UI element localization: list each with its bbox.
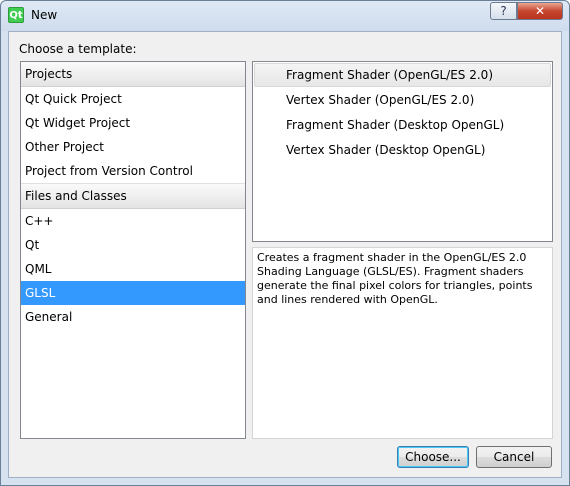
choose-button[interactable]: Choose... <box>397 446 469 468</box>
template-item-fragment-shader-es[interactable]: Fragment Shader (OpenGL/ES 2.0) <box>254 63 551 87</box>
category-item-cpp[interactable]: C++ <box>21 209 245 233</box>
category-item-qml[interactable]: QML <box>21 257 245 281</box>
qt-app-icon: Qt <box>8 7 24 23</box>
dialog-body: Choose a template: Projects Qt Quick Pro… <box>8 31 562 478</box>
template-description: Creates a fragment shader in the OpenGL/… <box>252 247 553 439</box>
choose-template-label: Choose a template: <box>19 42 137 56</box>
close-button[interactable]: ✕ <box>517 2 563 20</box>
template-item-vertex-shader-es[interactable]: Vertex Shader (OpenGL/ES 2.0) <box>254 88 551 112</box>
window-title: New <box>31 8 58 22</box>
category-item-qt-widget-project[interactable]: Qt Widget Project <box>21 111 245 135</box>
group-header-projects: Projects <box>21 62 245 87</box>
category-list: Projects Qt Quick Project Qt Widget Proj… <box>20 61 246 439</box>
category-item-general[interactable]: General <box>21 305 245 329</box>
category-item-other-project[interactable]: Other Project <box>21 135 245 159</box>
category-item-qt-quick-project[interactable]: Qt Quick Project <box>21 87 245 111</box>
category-item-glsl[interactable]: GLSL <box>21 281 245 305</box>
group-header-files-and-classes: Files and Classes <box>21 183 245 209</box>
category-item-project-from-vcs[interactable]: Project from Version Control <box>21 159 245 183</box>
template-item-vertex-shader-desktop[interactable]: Vertex Shader (Desktop OpenGL) <box>254 138 551 162</box>
cancel-button[interactable]: Cancel <box>476 446 552 468</box>
template-list: Fragment Shader (OpenGL/ES 2.0) Vertex S… <box>252 61 553 242</box>
category-item-qt[interactable]: Qt <box>21 233 245 257</box>
help-button[interactable]: ? <box>490 2 517 20</box>
title-bar: Qt New ? ✕ <box>1 1 569 31</box>
template-item-fragment-shader-desktop[interactable]: Fragment Shader (Desktop OpenGL) <box>254 113 551 137</box>
new-dialog: Qt New ? ✕ Choose a template: Projects Q… <box>0 0 570 486</box>
